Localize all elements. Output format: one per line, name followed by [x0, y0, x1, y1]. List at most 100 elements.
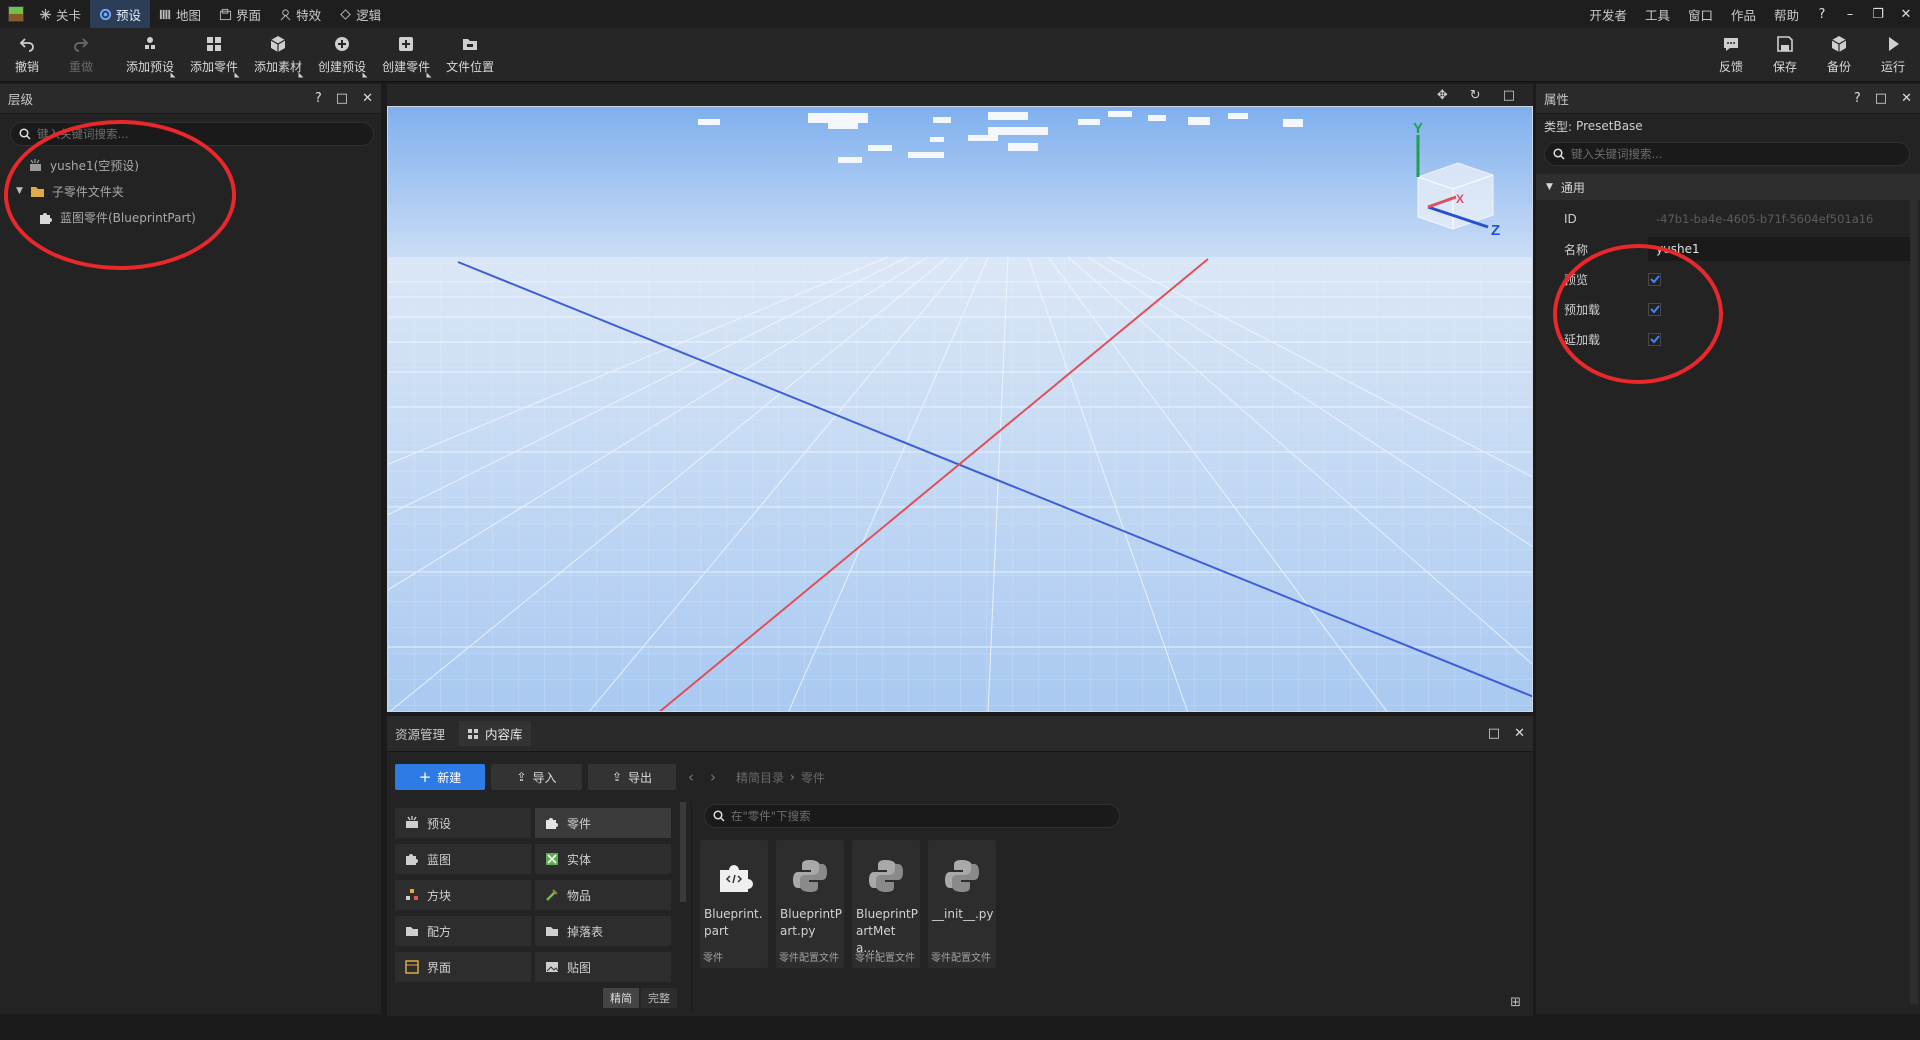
restore-button[interactable]: ❐: [1864, 0, 1892, 28]
create-part-button[interactable]: 创建零件: [374, 28, 438, 82]
forward-icon[interactable]: ›: [710, 768, 716, 786]
grid-view-icon[interactable]: ⊞: [1510, 995, 1521, 1010]
category-block[interactable]: 方块: [395, 880, 531, 910]
menu-tools[interactable]: 工具: [1636, 5, 1679, 24]
category-blueprint[interactable]: 蓝图: [395, 844, 531, 874]
sky: [388, 107, 1532, 267]
category-part[interactable]: 零件: [535, 808, 671, 838]
feedback-label: 反馈: [1718, 60, 1743, 74]
redo-button[interactable]: 重做: [54, 28, 108, 82]
prop-id-row: ID -47b1-ba4e-4605-b71f-5604ef501a16: [1536, 204, 1920, 234]
help-icon[interactable]: ?: [315, 91, 322, 106]
asset-type: 零件配置文件: [779, 953, 839, 964]
new-button-label: 新建: [437, 770, 462, 785]
add-part-button[interactable]: 添加零件: [182, 28, 246, 82]
run-button[interactable]: 运行: [1866, 28, 1920, 82]
category-item[interactable]: 物品: [535, 880, 671, 910]
status-bar: [0, 1016, 1920, 1040]
undo-label: 撤销: [14, 60, 39, 74]
close-icon[interactable]: ✕: [362, 91, 373, 106]
tab-logic-label: 逻辑: [356, 7, 382, 23]
feedback-button[interactable]: 反馈: [1704, 28, 1758, 82]
folder-icon: [463, 39, 478, 50]
menu-window[interactable]: 窗口: [1679, 5, 1722, 24]
asset-init-py[interactable]: __init__.py 零件配置文件: [928, 840, 996, 968]
file-location-button[interactable]: 文件位置: [438, 28, 502, 82]
properties-search-input[interactable]: 键入关键词搜索...: [1544, 142, 1910, 166]
maximize-icon[interactable]: □: [1875, 91, 1887, 106]
feedback-icon: [1724, 38, 1738, 51]
move-icon[interactable]: ✥: [1437, 88, 1448, 103]
view-mode-full[interactable]: 完整: [641, 988, 677, 1008]
scene-viewport[interactable]: Y Z X: [387, 106, 1533, 712]
asset-blueprintpart-py[interactable]: BlueprintPart.py 零件配置文件: [776, 840, 844, 968]
menu-works[interactable]: 作品: [1722, 5, 1765, 24]
tab-asset-manager[interactable]: 资源管理: [395, 724, 445, 743]
app-logo-icon: [8, 6, 24, 22]
category-entity[interactable]: 实体: [535, 844, 671, 874]
tab-content-library[interactable]: 内容库: [459, 721, 531, 746]
menu-help[interactable]: 帮助: [1765, 5, 1808, 24]
category-ui[interactable]: 界面: [395, 952, 531, 982]
view-mode-switch: 精简 完整: [603, 988, 677, 1008]
content-search-input[interactable]: 在"零件"下搜索: [704, 804, 1120, 828]
rotate-icon[interactable]: ↻: [1470, 88, 1481, 103]
content-actions: + 新建 ⇪ 导入 ⇪ 导出 ‹ › 精简目录 › 零件: [395, 764, 825, 790]
minimize-button[interactable]: –: [1836, 0, 1864, 28]
category-label: 界面: [427, 960, 452, 975]
ui-icon: [405, 960, 419, 974]
properties-scrollbar[interactable]: [1910, 174, 1918, 1004]
tab-map[interactable]: 地图: [150, 0, 210, 28]
close-icon[interactable]: ✕: [1901, 91, 1912, 106]
tab-logic[interactable]: 逻辑: [330, 0, 390, 28]
close-icon[interactable]: ✕: [1514, 726, 1525, 741]
dropdown-arrow-icon: [362, 67, 368, 78]
search-icon: [19, 128, 31, 140]
type-label: 类型:: [1544, 119, 1573, 134]
add-preset-button[interactable]: 添加预设: [118, 28, 182, 82]
asset-blueprint-part[interactable]: Blueprint.part 零件: [700, 840, 768, 968]
undo-button[interactable]: 撤销: [0, 28, 54, 82]
export-button[interactable]: ⇪ 导出: [588, 764, 676, 790]
properties-search-placeholder: 键入关键词搜索...: [1571, 147, 1663, 161]
help-icon[interactable]: ?: [1854, 91, 1861, 106]
folder-icon: [546, 927, 558, 936]
save-button[interactable]: 保存: [1758, 28, 1812, 82]
view-mode-simple[interactable]: 精简: [603, 988, 639, 1008]
tab-level[interactable]: 关卡: [30, 0, 90, 28]
back-icon[interactable]: ‹: [688, 768, 694, 786]
maximize-icon[interactable]: □: [1488, 726, 1500, 741]
section-general[interactable]: ▼ 通用: [1536, 174, 1920, 200]
menu-developer[interactable]: 开发者: [1580, 5, 1636, 24]
asset-blueprintpart-meta[interactable]: BlueprintPartMeta.... 零件配置文件: [852, 840, 920, 968]
maximize-icon[interactable]: □: [1503, 88, 1515, 103]
annotation-circle-hierarchy: [4, 120, 236, 270]
category-texture[interactable]: 贴图: [535, 952, 671, 982]
category-preset[interactable]: 预设: [395, 808, 531, 838]
tab-ui[interactable]: 界面: [210, 0, 270, 28]
python-icon: [945, 860, 979, 892]
category-scrollbar[interactable]: [680, 802, 686, 902]
tab-effects[interactable]: 特效: [270, 0, 330, 28]
dropdown-arrow-icon: [426, 67, 432, 78]
add-asset-button[interactable]: 添加素材: [246, 28, 310, 82]
create-preset-button[interactable]: 创建预设: [310, 28, 374, 82]
undo-icon: [19, 38, 34, 52]
close-window-button[interactable]: ✕: [1892, 0, 1920, 28]
breadcrumb-root[interactable]: 精简目录: [736, 769, 784, 786]
tab-content-library-label: 内容库: [485, 727, 523, 742]
annotation-circle-properties: [1553, 244, 1723, 384]
category-loot-table[interactable]: 掉落表: [535, 916, 671, 946]
new-button[interactable]: + 新建: [395, 764, 485, 790]
tab-preset[interactable]: 预设: [90, 0, 151, 28]
backup-button[interactable]: 备份: [1812, 28, 1866, 82]
create-preset-label: 创建预设: [318, 60, 367, 74]
asset-name: Blueprint.part: [704, 907, 763, 938]
import-button[interactable]: ⇪ 导入: [491, 764, 582, 790]
breadcrumb-current[interactable]: 零件: [801, 769, 825, 786]
content-header: 资源管理 内容库 □ ✕: [387, 716, 1533, 752]
maximize-icon[interactable]: □: [336, 91, 348, 106]
category-recipe[interactable]: 配方: [395, 916, 531, 946]
help-icon[interactable]: ?: [1808, 0, 1836, 28]
properties-panel: 属性 ? □ ✕ 类型: PresetBase 键入关键词搜索... ▼ 通用 …: [1536, 84, 1920, 1014]
